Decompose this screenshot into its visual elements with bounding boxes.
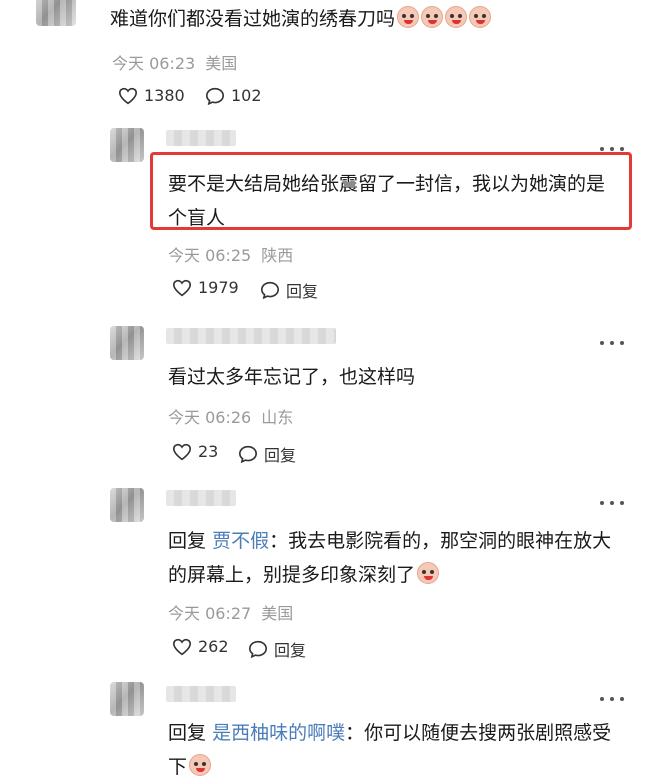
like-button[interactable]: 23 <box>172 442 218 461</box>
comment-text: 要不是大结局她给张震留了一封信，我以为她演的是个盲人 <box>168 173 606 229</box>
reply-label: 回复 <box>274 641 307 660</box>
avatar[interactable] <box>110 128 144 162</box>
comment-time: 今天 06:25 <box>168 246 252 265</box>
more-dots-icon[interactable] <box>600 340 624 346</box>
reply-button[interactable]: 回复 <box>260 278 318 302</box>
username-blurred[interactable] <box>166 686 236 702</box>
comment-button[interactable]: 102 <box>205 86 262 105</box>
comment-time: 今天 06:26 <box>168 408 252 427</box>
crying-laugh-emoji-icon <box>445 6 468 28</box>
comment-location: 美国 <box>205 54 238 73</box>
like-button[interactable]: 1380 <box>118 86 185 105</box>
comment-meta: 今天 06:25 陕西 <box>168 242 303 266</box>
reply-prefix: 回复 <box>168 722 207 744</box>
avatar[interactable] <box>110 488 144 522</box>
like-button[interactable]: 262 <box>172 637 229 656</box>
more-dots-icon[interactable] <box>600 500 624 506</box>
heart-outline-icon <box>172 443 192 460</box>
like-count: 23 <box>198 442 219 461</box>
heart-outline-icon <box>172 279 192 296</box>
heart-outline-icon <box>118 87 138 104</box>
reply-to-username[interactable]: 贾不假 <box>212 530 269 552</box>
comment-text: 看过太多年忘记了，也这样吗 <box>168 366 416 388</box>
reply-label: 回复 <box>264 446 297 465</box>
avatar[interactable] <box>36 0 76 26</box>
comment-location: 陕西 <box>261 246 294 265</box>
crying-laugh-emoji-icon <box>417 562 440 584</box>
comment-time: 今天 06:27 <box>168 604 252 623</box>
reply-to-username[interactable]: 是西柚味的啊噗 <box>212 722 345 744</box>
reply-label: 回复 <box>286 282 319 301</box>
speech-bubble-icon <box>248 640 268 658</box>
avatar[interactable] <box>110 682 144 716</box>
comment-text: 难道你们都没看过她演的绣春刀吗 <box>110 2 630 36</box>
speech-bubble-icon <box>205 87 225 105</box>
crying-laugh-emoji-icon <box>421 6 444 28</box>
username-blurred[interactable] <box>166 490 236 506</box>
speech-bubble-icon <box>238 445 258 463</box>
comment-time: 今天 06:23 <box>112 54 196 73</box>
crying-laugh-emoji-icon <box>189 754 212 776</box>
more-dots-icon[interactable] <box>600 696 624 702</box>
username-blurred[interactable] <box>166 130 236 146</box>
username-blurred[interactable] <box>166 328 336 344</box>
heart-outline-icon <box>172 638 192 655</box>
like-button[interactable]: 1979 <box>172 278 239 297</box>
avatar[interactable] <box>110 326 144 360</box>
reply-count: 102 <box>231 86 262 105</box>
like-count: 262 <box>198 637 229 656</box>
comment-meta: 今天 06:27 美国 <box>168 600 303 624</box>
like-count: 1380 <box>144 86 185 105</box>
comment-location: 美国 <box>261 604 294 623</box>
crying-laugh-emoji-icon <box>469 6 492 28</box>
speech-bubble-icon <box>260 281 280 299</box>
comment-location: 山东 <box>261 408 294 427</box>
reply-prefix: 回复 <box>168 530 207 552</box>
like-count: 1979 <box>198 278 239 297</box>
reply-button[interactable]: 回复 <box>248 637 306 661</box>
reply-button[interactable]: 回复 <box>238 442 296 466</box>
comment-text: 回复 贾不假：我去电影院看的，那空洞的眼神在放大的屏幕上，别提多印象深刻了 <box>168 530 612 586</box>
comment-meta: 今天 06:23 美国 <box>112 50 247 74</box>
comment-meta: 今天 06:26 山东 <box>168 404 303 428</box>
crying-laugh-emoji-icon <box>397 6 420 28</box>
comment-text: 回复 是西柚味的啊噗：你可以随便去搜两张剧照感受下 <box>168 722 612 778</box>
